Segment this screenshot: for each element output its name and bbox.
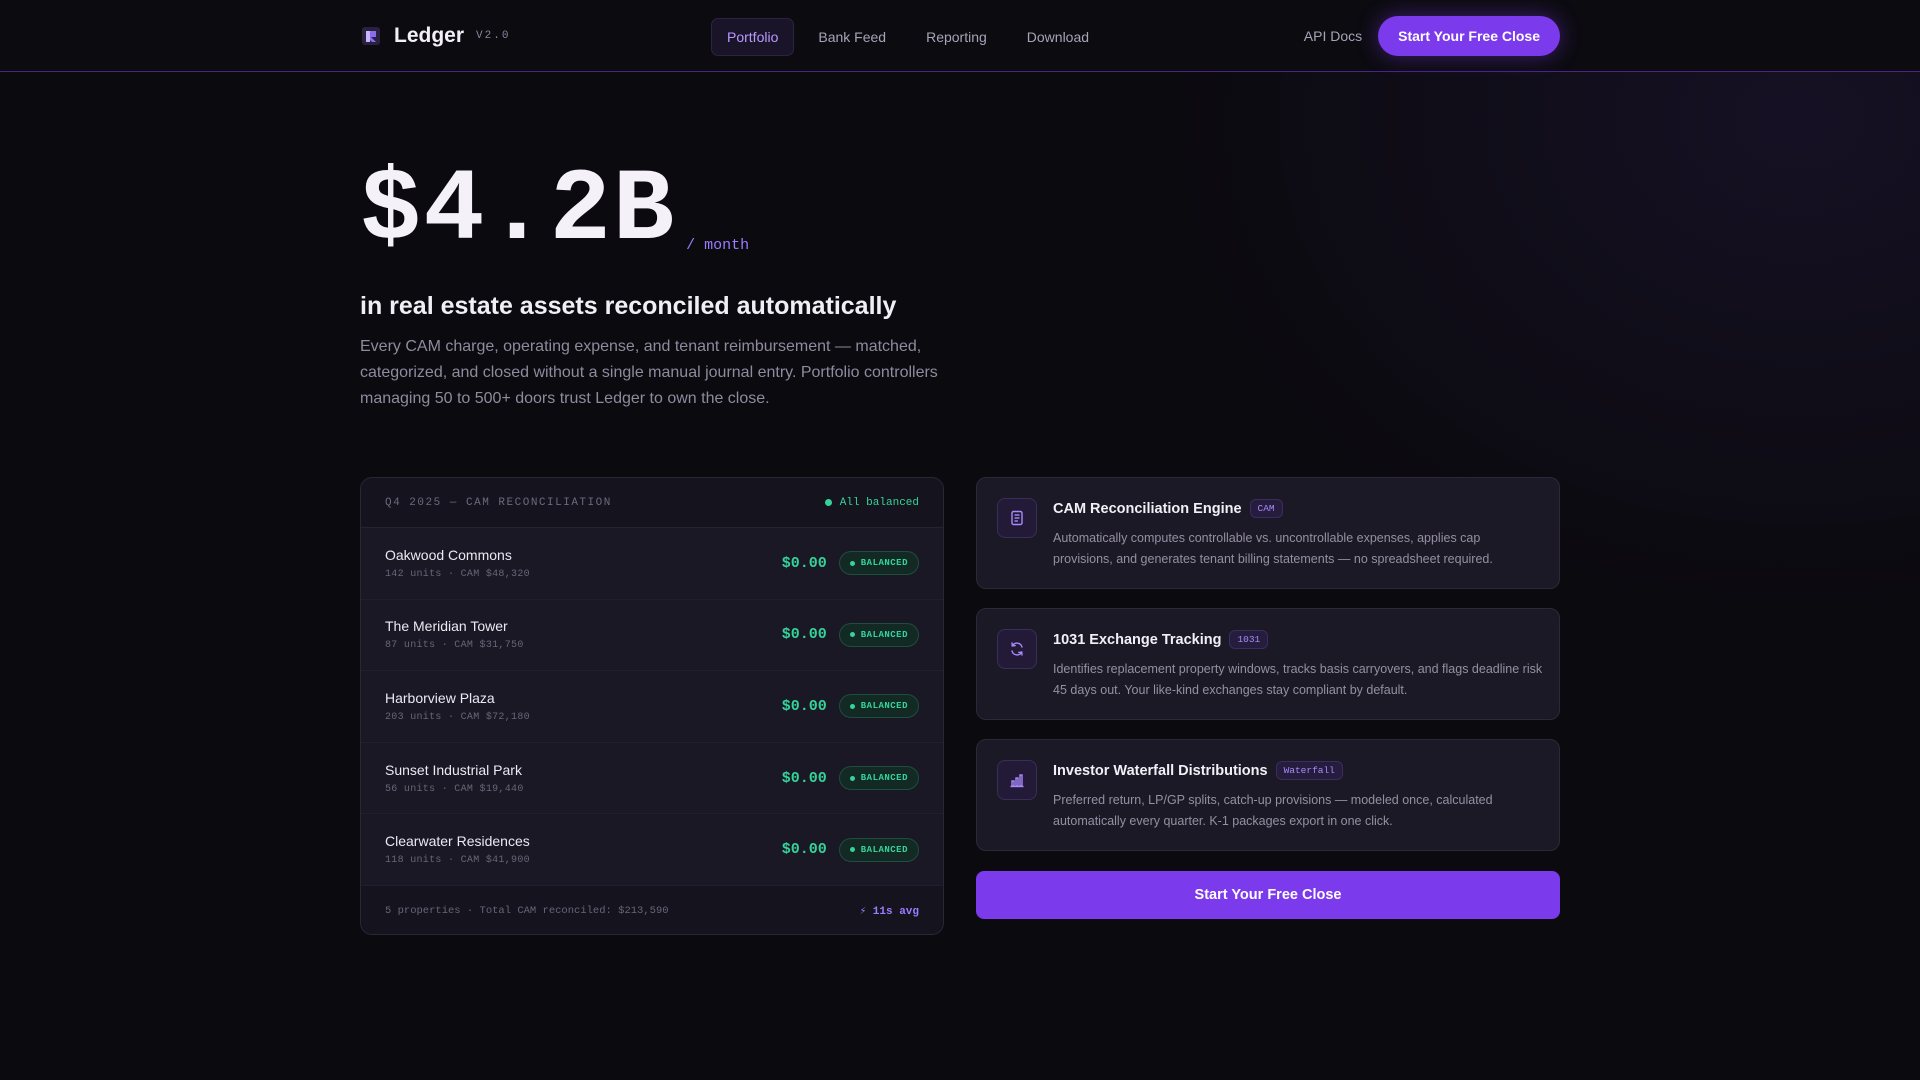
feature-title: Investor Waterfall Distributions	[1053, 762, 1268, 779]
footer-summary: 5 properties · Total CAM reconciled: $21…	[385, 904, 669, 917]
nav-link-bank-feed[interactable]: Bank Feed	[802, 18, 902, 56]
hero-price: $4.2B / month	[360, 160, 749, 262]
status-indicator: All balanced	[824, 496, 919, 509]
brand-name: Ledger	[394, 24, 465, 47]
feature-tag: CAM	[1249, 499, 1283, 518]
variance-amount: $0.00	[781, 554, 827, 572]
brand[interactable]: Ledger V2.0	[360, 20, 510, 52]
property-name: Oakwood Commons	[385, 546, 512, 563]
feature-tag: 1031	[1229, 630, 1269, 649]
status-badge: BALANCED	[838, 551, 919, 576]
property-meta: 142 units · CAM $48,320	[385, 568, 530, 580]
nav-links: Portfolio Bank Feed Reporting Download	[711, 18, 1105, 56]
bar-chart-icon	[997, 760, 1037, 800]
table-row[interactable]: Sunset Industrial Park 56 units · CAM $1…	[361, 742, 943, 815]
hero-unit: / month	[686, 237, 750, 254]
feature-tag: Waterfall	[1275, 761, 1343, 780]
badge-dot-icon	[849, 703, 855, 709]
nav-container: Ledger V2.0 Portfolio Bank Feed Reportin…	[360, 0, 1560, 72]
status-badge: BALANCED	[838, 694, 919, 719]
badge-label: BALANCED	[860, 773, 908, 784]
nav-link-reporting[interactable]: Reporting	[910, 18, 1003, 56]
document-icon	[997, 498, 1037, 538]
badge-label: BALANCED	[860, 844, 908, 855]
start-free-close-button[interactable]: Start Your Free Close	[976, 871, 1560, 919]
table-row[interactable]: The Meridian Tower 87 units · CAM $31,75…	[361, 599, 943, 672]
status-badge: BALANCED	[838, 622, 919, 647]
reconciliation-panel: Q4 2025 — CAM RECONCILIATION All balance…	[360, 477, 944, 935]
table-row[interactable]: Oakwood Commons 142 units · CAM $48,320 …	[361, 528, 943, 600]
average-speed: ⚡ 11s avg	[859, 905, 919, 918]
refresh-icon	[997, 629, 1037, 669]
variance-amount: $0.00	[781, 841, 827, 859]
ledger-logo-icon	[362, 27, 380, 45]
feature-title-line: 1031 Exchange Tracking 1031	[1053, 630, 1269, 649]
feature-description: Automatically computes controllable vs. …	[1053, 531, 1493, 566]
table-row[interactable]: Clearwater Residences 118 units · CAM $4…	[361, 814, 943, 886]
property-meta: 118 units · CAM $41,900	[385, 855, 530, 867]
property-name: Harborview Plaza	[385, 689, 495, 706]
top-nav: Ledger V2.0 Portfolio Bank Feed Reportin…	[0, 0, 1920, 72]
status-badge: BALANCED	[838, 837, 919, 862]
badge-label: BALANCED	[860, 701, 908, 712]
badge-label: BALANCED	[860, 629, 908, 640]
property-name: The Meridian Tower	[385, 618, 508, 635]
hero-amount: $4.2B	[360, 153, 677, 269]
feature-title-line: CAM Reconciliation Engine CAM	[1053, 499, 1283, 518]
badge-dot-icon	[849, 560, 855, 566]
start-free-close-nav-button[interactable]: Start Your Free Close	[1378, 16, 1560, 56]
variance-amount: $0.00	[781, 697, 827, 715]
feature-title: 1031 Exchange Tracking	[1053, 631, 1222, 648]
feature-description: Preferred return, LP/GP splits, catch-up…	[1053, 793, 1493, 828]
panel-title: Q4 2025 — CAM RECONCILIATION	[385, 496, 612, 509]
badge-dot-icon	[849, 632, 855, 638]
feature-card-cam[interactable]: CAM Reconciliation Engine CAM Automatica…	[976, 477, 1560, 589]
hero-description: Every CAM charge, operating expense, and…	[360, 338, 938, 407]
property-name: Clearwater Residences	[385, 833, 530, 850]
feature-description: Identifies replacement property windows,…	[1053, 662, 1543, 697]
table-row[interactable]: Harborview Plaza 203 units · CAM $72,180…	[361, 671, 943, 743]
badge-dot-icon	[849, 847, 855, 853]
feature-title: CAM Reconciliation Engine	[1053, 500, 1242, 517]
property-meta: 87 units · CAM $31,750	[385, 640, 524, 652]
status-dot-icon	[824, 499, 832, 506]
nav-right: API Docs Start Your Free Close	[1304, 16, 1560, 56]
status-badge: BALANCED	[838, 766, 919, 791]
badge-label: BALANCED	[860, 558, 908, 569]
property-meta: 56 units · CAM $19,440	[385, 783, 524, 795]
panel-footer: 5 properties · Total CAM reconciled: $21…	[361, 885, 943, 934]
variance-amount: $0.00	[781, 626, 827, 644]
feature-card-waterfall[interactable]: Investor Waterfall Distributions Waterfa…	[976, 739, 1560, 851]
feature-title-line: Investor Waterfall Distributions Waterfa…	[1053, 761, 1343, 780]
nav-link-portfolio[interactable]: Portfolio	[711, 18, 795, 56]
hero-title: in real estate assets reconciled automat…	[360, 292, 897, 320]
property-name: Sunset Industrial Park	[385, 761, 522, 778]
status-text: All balanced	[839, 496, 919, 509]
nav-link-download[interactable]: Download	[1011, 18, 1105, 56]
badge-dot-icon	[849, 775, 855, 781]
panel-header: Q4 2025 — CAM RECONCILIATION All balance…	[361, 478, 943, 528]
property-meta: 203 units · CAM $72,180	[385, 711, 530, 723]
version-label: V2.0	[476, 30, 511, 42]
api-docs-link[interactable]: API Docs	[1304, 28, 1362, 44]
variance-amount: $0.00	[781, 769, 827, 787]
feature-card-1031[interactable]: 1031 Exchange Tracking 1031 Identifies r…	[976, 608, 1560, 720]
